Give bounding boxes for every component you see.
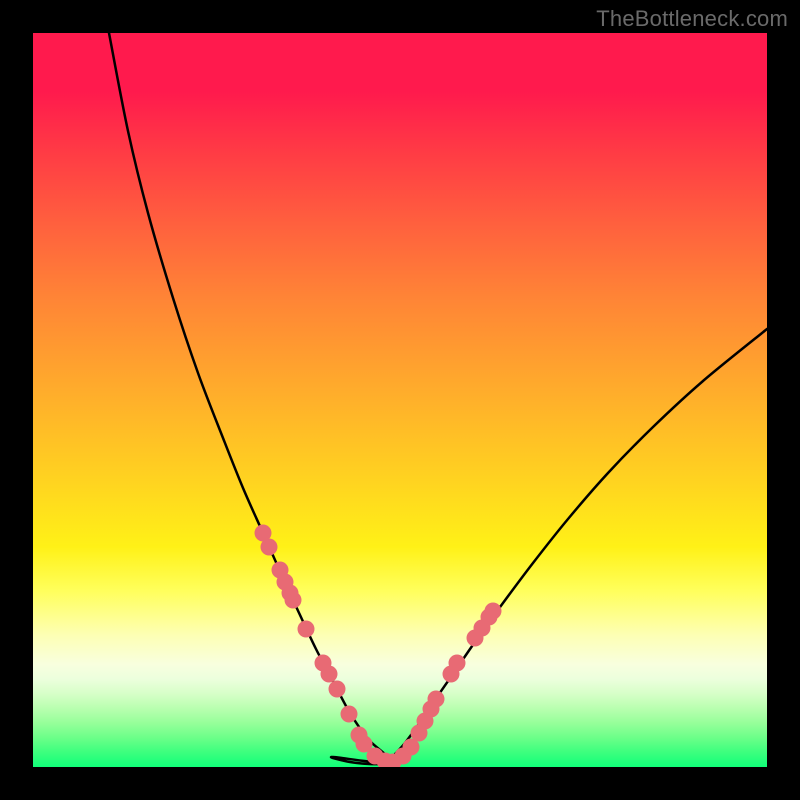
scatter-dot [285,592,302,609]
scatter-dot [261,539,278,556]
scatter-dot [449,655,466,672]
chart-frame: TheBottleneck.com [0,0,800,800]
scatter-dot [321,666,338,683]
scatter-dots [255,525,502,768]
scatter-dot [428,691,445,708]
scatter-dot [298,621,315,638]
scatter-dot [329,681,346,698]
scatter-dot [341,706,358,723]
scatter-dot [485,603,502,620]
plot-area [33,33,767,767]
bottleneck-curve [109,33,767,764]
curve-layer [33,33,767,767]
watermark-text: TheBottleneck.com [596,6,788,32]
